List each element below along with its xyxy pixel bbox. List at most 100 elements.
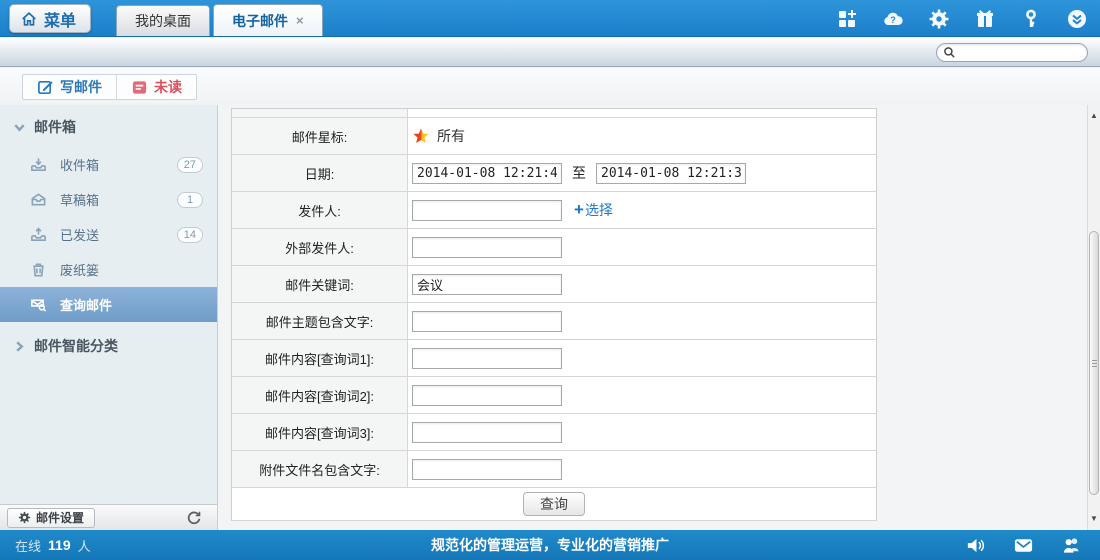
sidebar-item-drafts[interactable]: 草稿箱 1 [0, 182, 217, 217]
mail-icon[interactable] [1013, 535, 1034, 556]
date-from-input[interactable] [412, 163, 562, 184]
sidebar-footer: 邮件设置 [0, 504, 217, 530]
sidebar-section-smart-category[interactable]: 邮件智能分类 [0, 322, 217, 366]
mail-settings-button[interactable]: 邮件设置 [7, 508, 95, 528]
table-row-star: 邮件星标: 所有 [232, 118, 877, 155]
inbox-icon [30, 156, 47, 173]
help-cloud-icon[interactable]: ? [882, 8, 904, 30]
submit-row: 查询 [232, 488, 877, 521]
content-term2-input[interactable] [412, 385, 562, 406]
settings-gear-icon[interactable] [928, 8, 950, 30]
content-term2-cell [408, 377, 877, 414]
plus-icon: + [574, 200, 584, 220]
speaker-icon[interactable] [965, 535, 986, 556]
date-value-cell: 至 [408, 155, 877, 192]
global-search[interactable] [936, 43, 1088, 62]
scroll-down-arrow[interactable]: ▼ [1088, 512, 1100, 524]
form-label: 邮件关键词: [232, 266, 408, 303]
content-term3-cell [408, 414, 877, 451]
subject-cell [408, 303, 877, 340]
attachment-name-cell [408, 451, 877, 488]
select-sender-link[interactable]: + 选择 [574, 200, 613, 220]
menu-button-label: 菜单 [44, 7, 76, 31]
search-icon [943, 46, 956, 59]
gift-icon[interactable] [974, 8, 996, 30]
sidebar-item-label: 查询邮件 [60, 295, 112, 314]
table-row-subject: 邮件主题包含文字: [232, 303, 877, 340]
subject-input[interactable] [412, 311, 562, 332]
unread-icon [131, 79, 148, 96]
sidebar-item-trash[interactable]: 废纸篓 [0, 252, 217, 287]
external-sender-input[interactable] [412, 237, 562, 258]
scroll-up-arrow[interactable]: ▲ [1088, 109, 1100, 121]
sender-input[interactable] [412, 200, 562, 221]
content-term1-cell [408, 340, 877, 377]
users-icon[interactable] [1061, 535, 1082, 556]
sent-count-badge: 14 [177, 227, 203, 243]
mail-search-icon [30, 296, 47, 313]
date-to-input[interactable] [596, 163, 746, 184]
date-between-label: 至 [572, 163, 586, 183]
form-label: 邮件内容[查询词2]: [232, 377, 408, 414]
sidebar-item-label: 已发送 [60, 225, 99, 244]
table-row-keyword: 邮件关键词: [232, 266, 877, 303]
sidebar-item-label: 收件箱 [60, 155, 99, 174]
query-button[interactable]: 查询 [523, 492, 585, 516]
table-row-content-term1: 邮件内容[查询词1]: [232, 340, 877, 377]
chevron-down-icon [13, 121, 26, 134]
mail-sidebar: 邮件箱 收件箱 27 草稿箱 1 [0, 105, 218, 530]
form-label: 外部发件人: [232, 229, 408, 266]
content-term1-input[interactable] [412, 348, 562, 369]
drafts-icon [30, 191, 47, 208]
sidebar-section-mailbox[interactable]: 邮件箱 [0, 105, 217, 147]
refresh-icon[interactable] [185, 509, 203, 527]
content-term3-input[interactable] [412, 422, 562, 443]
table-row-date: 日期: 至 [232, 155, 877, 192]
sidebar-item-search-mail[interactable]: 查询邮件 [0, 287, 217, 322]
top-navigation-bar: 菜单 我的桌面 电子邮件 × ? [0, 0, 1100, 37]
star-icon[interactable] [412, 127, 430, 145]
form-label: 日期: [232, 155, 408, 192]
apps-add-icon[interactable] [836, 8, 858, 30]
sidebar-item-label: 废纸篓 [60, 260, 99, 279]
online-count: 119 [48, 537, 71, 553]
unread-mail-button[interactable]: 未读 [116, 75, 196, 99]
table-row-partial [232, 109, 877, 118]
status-icons [965, 535, 1082, 556]
sidebar-item-label: 草稿箱 [60, 190, 99, 209]
compose-mail-button[interactable]: 写邮件 [23, 75, 116, 99]
status-bar: 在线 119 人 规范化的管理运营，专业化的营销推广 [0, 530, 1100, 560]
key-icon[interactable] [1020, 8, 1042, 30]
form-label: 邮件内容[查询词3]: [232, 414, 408, 451]
table-row-content-term3: 邮件内容[查询词3]: [232, 414, 877, 451]
table-row-attachment-name: 附件文件名包含文字: [232, 451, 877, 488]
form-label: 邮件主题包含文字: [232, 303, 408, 340]
close-icon[interactable]: × [296, 14, 304, 27]
online-unit: 人 [78, 536, 91, 555]
form-label: 发件人: [232, 192, 408, 229]
scrollbar-thumb[interactable] [1089, 231, 1099, 495]
menu-button[interactable]: 菜单 [9, 4, 91, 33]
form-label: 邮件星标: [232, 118, 408, 155]
collapse-circle-icon[interactable] [1066, 8, 1088, 30]
unread-count-badge: 27 [177, 157, 203, 173]
sidebar-item-inbox[interactable]: 收件箱 27 [0, 147, 217, 182]
sidebar-item-sent[interactable]: 已发送 14 [0, 217, 217, 252]
attachment-name-input[interactable] [412, 459, 562, 480]
search-input[interactable] [956, 47, 1098, 59]
tab-email[interactable]: 电子邮件 × [213, 4, 323, 36]
mail-toolbar: 写邮件 未读 [0, 68, 1100, 105]
table-row-content-term2: 邮件内容[查询词2]: [232, 377, 877, 414]
vertical-scrollbar[interactable]: ▲ ▼ [1087, 105, 1100, 530]
keyword-cell [408, 266, 877, 303]
external-sender-cell [408, 229, 877, 266]
keyword-input[interactable] [412, 274, 562, 295]
online-counter: 在线 119 人 [15, 536, 91, 555]
star-filter-value[interactable]: 所有 [437, 126, 465, 146]
table-row-sender: 发件人: + 选择 [232, 192, 877, 229]
slogan-text: 规范化的管理运营，专业化的营销推广 [0, 535, 1100, 555]
tab-my-desktop[interactable]: 我的桌面 [116, 5, 210, 36]
unread-label: 未读 [154, 77, 182, 97]
tab-label: 我的桌面 [135, 11, 191, 31]
tab-label: 电子邮件 [232, 11, 288, 31]
